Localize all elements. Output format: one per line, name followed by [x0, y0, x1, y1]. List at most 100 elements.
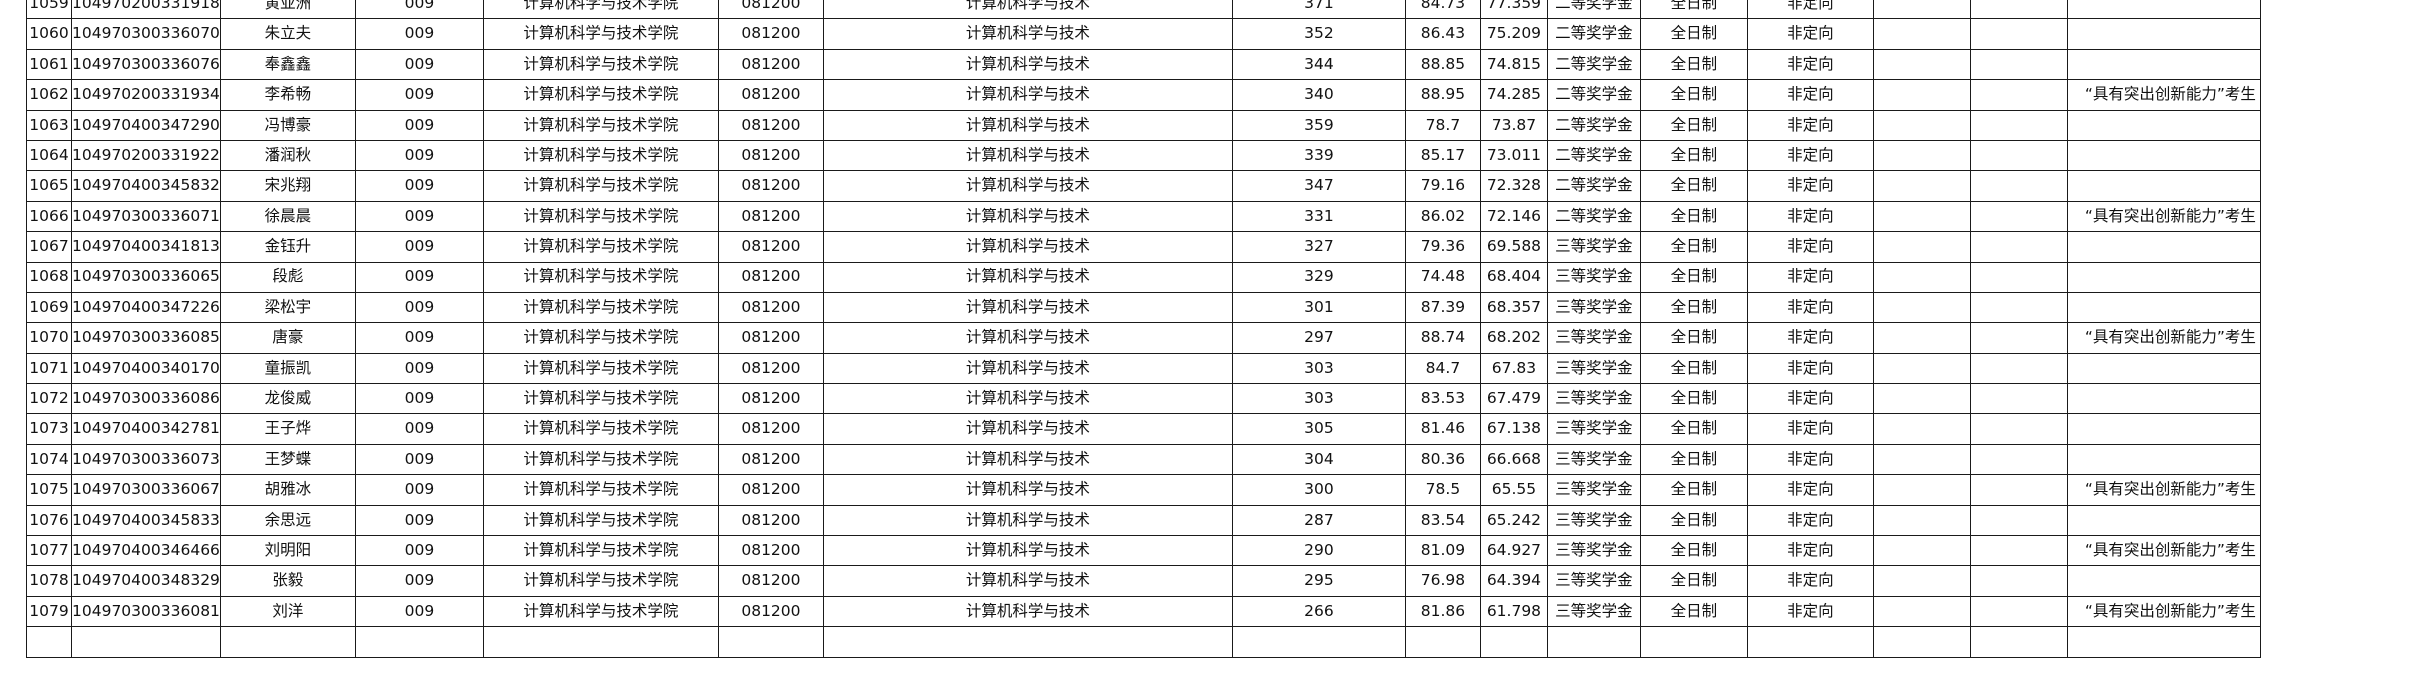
college-cell: 计算机科学与技术学院: [482, 79, 719, 111]
scholarship-cell: 三等奖学金: [1546, 565, 1641, 597]
row-number-cell: 1060: [26, 18, 72, 50]
dept-code-cell: 009: [354, 79, 484, 111]
row-number-cell: 1071: [26, 352, 72, 385]
orientation-cell: [1746, 626, 1874, 658]
total-score-cell: 65.55: [1479, 474, 1548, 506]
orientation-cell: 非定向: [1746, 595, 1874, 628]
dept-code-cell: 009: [354, 504, 484, 537]
total-score-cell: 68.404: [1479, 261, 1548, 293]
dept-code-cell: 009: [354, 261, 484, 293]
study-mode-cell: 全日制: [1639, 352, 1748, 385]
initial-score-cell: 287: [1231, 504, 1406, 537]
exam-id-cell: [71, 626, 221, 658]
study-mode-cell: 全日制: [1639, 413, 1748, 445]
table-row: 1078 104970400348329 张毅 009 计算机科学与技术学院 081200…: [26, 565, 2261, 597]
name-cell: 龙俊威: [219, 383, 356, 415]
scholarship-cell: 二等奖学金: [1546, 200, 1641, 233]
table-row: 1075 104970300336067 胡雅冰 009 计算机科学与技术学院 08120…: [26, 474, 2261, 506]
note-cell: [2066, 231, 2261, 263]
exam-id-cell: 104970300336081: [71, 595, 221, 628]
row-number-cell: [26, 626, 72, 658]
total-score-cell: 66.668: [1479, 443, 1548, 476]
college-cell: [482, 626, 719, 658]
initial-score-cell: 344: [1231, 48, 1406, 81]
orientation-cell: 非定向: [1746, 474, 1874, 506]
retest-score-cell: 83.54: [1404, 504, 1481, 537]
row-number-cell: 1068: [26, 261, 72, 293]
total-score-cell: 68.202: [1479, 322, 1548, 354]
blank-cell-2: [1969, 413, 2068, 445]
blank-cell-1: [1872, 383, 1971, 415]
college-cell: 计算机科学与技术学院: [482, 595, 719, 628]
scholarship-cell: 三等奖学金: [1546, 231, 1641, 263]
row-number-cell: 1061: [26, 48, 72, 81]
study-mode-cell: 全日制: [1639, 200, 1748, 233]
dept-code-cell: 009: [354, 48, 484, 81]
retest-score-cell: 78.5: [1404, 474, 1481, 506]
scholarship-cell: 三等奖学金: [1546, 595, 1641, 628]
note-cell: “具有突出创新能力”考生: [2066, 322, 2261, 354]
college-cell: 计算机科学与技术学院: [482, 504, 719, 537]
total-score-cell: 67.83: [1479, 352, 1548, 385]
note-cell: [2066, 413, 2261, 445]
study-mode-cell: 全日制: [1639, 170, 1748, 202]
orientation-cell: 非定向: [1746, 18, 1874, 50]
major-cell: 计算机科学与技术: [822, 595, 1233, 628]
retest-score-cell: 79.36: [1404, 231, 1481, 263]
exam-id-cell: 104970400347290: [71, 109, 221, 141]
blank-cell-2: [1969, 535, 2068, 567]
major-code-cell: 081200: [717, 383, 824, 415]
scholarship-cell: 三等奖学金: [1546, 383, 1641, 415]
row-number-cell: 1073: [26, 413, 72, 445]
major-code-cell: 081200: [717, 322, 824, 354]
name-cell: 朱立夫: [219, 18, 356, 50]
exam-id-cell: 104970400346466: [71, 535, 221, 567]
row-number-cell: 1065: [26, 170, 72, 202]
exam-id-cell: 104970400345833: [71, 504, 221, 537]
table-row: 1074 104970300336073 王梦蝶 009 计算机科学与技术学院 08120…: [26, 443, 2261, 476]
name-cell: 冯博豪: [219, 109, 356, 141]
orientation-cell: 非定向: [1746, 170, 1874, 202]
major-cell: 计算机科学与技术: [822, 231, 1233, 263]
blank-cell-1: [1872, 170, 1971, 202]
note-cell: [2066, 352, 2261, 385]
college-cell: 计算机科学与技术学院: [482, 139, 719, 172]
major-cell: 计算机科学与技术: [822, 322, 1233, 354]
note-cell: [2066, 565, 2261, 597]
study-mode-cell: 全日制: [1639, 48, 1748, 81]
row-number-cell: 1062: [26, 79, 72, 111]
major-cell: 计算机科学与技术: [822, 18, 1233, 50]
exam-id-cell: 104970300336071: [71, 200, 221, 233]
major-code-cell: 081200: [717, 595, 824, 628]
college-cell: 计算机科学与技术学院: [482, 261, 719, 293]
scholarship-cell: 三等奖学金: [1546, 261, 1641, 293]
name-cell: 段彪: [219, 261, 356, 293]
study-mode-cell: 全日制: [1639, 261, 1748, 293]
exam-id-cell: 104970200331922: [71, 139, 221, 172]
blank-cell-1: [1872, 231, 1971, 263]
initial-score-cell: 339: [1231, 139, 1406, 172]
major-cell: 计算机科学与技术: [822, 413, 1233, 445]
major-cell: 计算机科学与技术: [822, 139, 1233, 172]
orientation-cell: 非定向: [1746, 565, 1874, 597]
total-score-cell: 69.588: [1479, 231, 1548, 263]
table-row: 1067 104970400341813 金钰升 009 计算机科学与技术学院 08120…: [26, 231, 2261, 263]
major-code-cell: 081200: [717, 139, 824, 172]
study-mode-cell: 全日制: [1639, 535, 1748, 567]
blank-cell-1: [1872, 413, 1971, 445]
scholarship-cell: 三等奖学金: [1546, 474, 1641, 506]
initial-score-cell: 327: [1231, 231, 1406, 263]
retest-score-cell: 84.73: [1404, 0, 1481, 20]
row-number-cell: 1070: [26, 322, 72, 354]
scholarship-cell: 三等奖学金: [1546, 443, 1641, 476]
college-cell: 计算机科学与技术学院: [482, 200, 719, 233]
orientation-cell: 非定向: [1746, 200, 1874, 233]
blank-cell-2: [1969, 79, 2068, 111]
major-code-cell: 081200: [717, 261, 824, 293]
name-cell: 宋兆翔: [219, 170, 356, 202]
orientation-cell: 非定向: [1746, 535, 1874, 567]
name-cell: 奉鑫鑫: [219, 48, 356, 81]
major-cell: 计算机科学与技术: [822, 109, 1233, 141]
initial-score-cell: 359: [1231, 109, 1406, 141]
major-code-cell: 081200: [717, 565, 824, 597]
